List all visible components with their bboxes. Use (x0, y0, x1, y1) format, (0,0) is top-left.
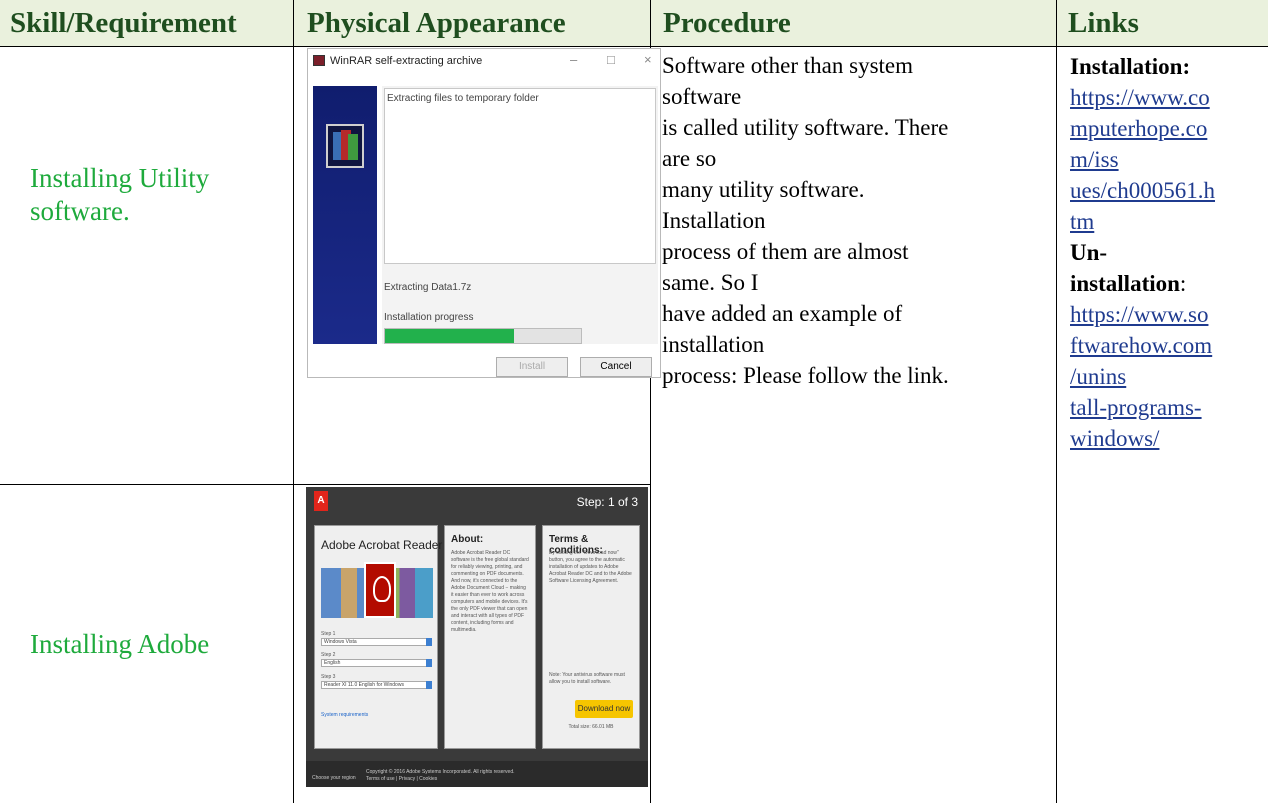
winrar-progress-bar (384, 328, 582, 344)
procedure-line: process: Please follow the link. (662, 363, 949, 388)
installation-link-line[interactable]: tm (1070, 206, 1268, 237)
header-skill: Skill/Requirement (10, 7, 237, 39)
adobe-note-text: Note: Your antivirus software must allow… (549, 672, 625, 685)
uninstallation-label-word: installation (1070, 271, 1180, 296)
download-now-button[interactable]: Download now (575, 700, 633, 718)
installation-label: Installation: (1070, 54, 1191, 79)
winrar-side-banner (313, 86, 377, 344)
adobe-screenshot: A Step: 1 of 3 Adobe Acrobat Reader DC S… (306, 487, 648, 787)
installation-link-line[interactable]: https://www.co (1070, 82, 1268, 113)
winrar-title-bar: WinRAR self-extracting archive – □ × (308, 49, 660, 73)
skill-installing-utility: Installing Utility software. (30, 163, 210, 226)
header-links: Links (1068, 7, 1139, 39)
cancel-button[interactable]: Cancel (580, 357, 652, 377)
adobe-step2-label: Step 2 (321, 652, 336, 658)
procedure-line: Installation (662, 208, 766, 233)
adobe-about-panel: About: Adobe Acrobat Reader DC software … (444, 525, 536, 749)
skill-installing-adobe: Installing Adobe (30, 629, 210, 659)
dropdown-arrow-icon (426, 659, 432, 667)
install-button[interactable]: Install (496, 357, 568, 377)
procedure-line: many utility software. (662, 177, 865, 202)
procedure-line: Software other than system (662, 53, 914, 78)
adobe-step3-label: Step 3 (321, 674, 336, 680)
grid-line (1056, 0, 1057, 803)
procedure-line: software (662, 84, 742, 109)
winrar-title: WinRAR self-extracting archive (330, 55, 483, 67)
installation-link-line[interactable]: m/iss (1070, 144, 1268, 175)
adobe-step-indicator: Step: 1 of 3 (576, 495, 638, 509)
table-header-row: Skill/Requirement Physical Appearance Pr… (0, 0, 1268, 46)
maximize-icon[interactable]: □ (607, 52, 615, 67)
adobe-terms-panel: Terms & conditions: By clicking the "Dow… (542, 525, 640, 749)
uninstallation-label: Un- (1070, 240, 1108, 265)
acrobat-pdf-icon (364, 562, 396, 618)
installation-link-line[interactable]: ues/ch000561.h (1070, 175, 1268, 206)
adobe-step1-label: Step 1 (321, 631, 336, 637)
adobe-product-title: Adobe Acrobat Reader DC (321, 538, 464, 552)
adobe-total-size: Total size: 66.01 MB (568, 724, 614, 730)
procedure-line: have added an example of (662, 301, 903, 326)
adobe-version-select[interactable]: Reader XI 11.0 English for Windows (321, 681, 432, 689)
adobe-terms-text: By clicking the "Download now" button, y… (549, 550, 632, 584)
uninstallation-link-line[interactable]: /unins (1070, 361, 1268, 392)
adobe-about-text: Adobe Acrobat Reader DC software is the … (451, 550, 529, 633)
winrar-books-icon (326, 124, 364, 168)
uninstallation-link-line[interactable]: tall-programs- (1070, 392, 1268, 423)
uninstallation-link-line[interactable]: https://www.so (1070, 299, 1268, 330)
adobe-language-value: English (324, 660, 341, 666)
adobe-version-value: Reader XI 11.0 English for Windows (324, 682, 404, 688)
procedure-line: same. So I (662, 270, 759, 295)
header-physical-appearance: Physical Appearance (307, 7, 566, 39)
dropdown-arrow-icon (426, 638, 432, 646)
procedure-text: Software other than system software is c… (662, 50, 1042, 391)
winrar-screenshot: WinRAR self-extracting archive – □ × Ext… (307, 48, 661, 378)
procedure-line: is called utility software. There (662, 115, 949, 140)
winrar-progress-label: Installation progress (384, 312, 474, 323)
adobe-footer-text: Copyright © 2016 Adobe Systems Incorpora… (366, 769, 515, 782)
minimize-icon[interactable]: – (570, 52, 577, 67)
adobe-footer: Choose your region Copyright © 2016 Adob… (306, 761, 648, 787)
winrar-log-box: Extracting files to temporary folder (384, 88, 656, 264)
winrar-status-text: Extracting files to temporary folder (387, 93, 539, 104)
grid-line (0, 46, 1268, 47)
uninstallation-label-line: installation: (1070, 268, 1268, 299)
winrar-progress-fill (385, 329, 515, 343)
links-cell: Installation: https://www.co mputerhope.… (1070, 51, 1268, 454)
adobe-about-heading: About: (451, 534, 484, 545)
adobe-logo-icon: A (314, 491, 328, 511)
winrar-app-icon (313, 55, 325, 66)
procedure-line: installation (662, 332, 765, 357)
grid-line (0, 484, 650, 485)
uninstallation-link-line[interactable]: windows/ (1070, 423, 1268, 454)
uninstallation-link-line[interactable]: ftwarehow.com (1070, 330, 1268, 361)
procedure-line: process of them are almost (662, 239, 909, 264)
adobe-product-panel: Adobe Acrobat Reader DC Step 1 Windows V… (314, 525, 463, 749)
procedure-line: are so (662, 146, 717, 171)
dropdown-arrow-icon (426, 681, 432, 689)
winrar-content-panel: Extracting files to temporary folder Ext… (382, 86, 658, 344)
adobe-language-select[interactable]: English (321, 659, 432, 667)
winrar-current-file: Extracting Data1.7z (384, 282, 472, 293)
adobe-region-selector[interactable]: Choose your region (312, 775, 356, 781)
installation-link-line[interactable]: mputerhope.co (1070, 113, 1268, 144)
system-requirements-link[interactable]: System requirements (321, 712, 368, 718)
adobe-os-value: Windows Vista (324, 639, 357, 645)
grid-line (293, 0, 294, 803)
adobe-os-select[interactable]: Windows Vista (321, 638, 432, 646)
close-icon[interactable]: × (644, 52, 652, 67)
uninstallation-colon: : (1179, 271, 1187, 296)
header-procedure: Procedure (663, 7, 791, 39)
